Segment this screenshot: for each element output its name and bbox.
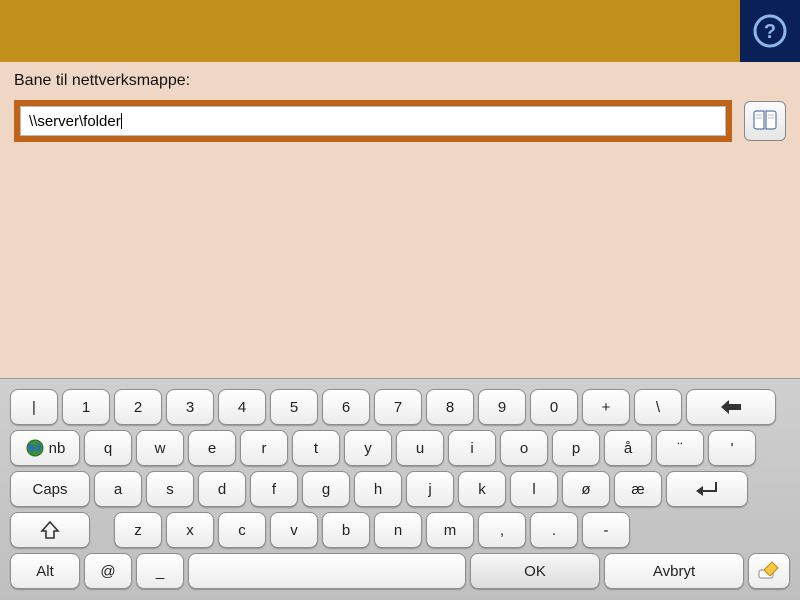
key-s[interactable]: s (146, 471, 194, 507)
key-apostrophe[interactable]: ' (708, 430, 756, 466)
svg-text:?: ? (764, 21, 776, 43)
key-alt[interactable]: Alt (10, 553, 80, 589)
backspace-icon (719, 397, 743, 417)
key-k[interactable]: k (458, 471, 506, 507)
help-button[interactable]: ? (740, 0, 800, 62)
key-b[interactable]: b (322, 512, 370, 548)
key-plus[interactable]: + (582, 389, 630, 425)
input-text: \\server\folder (29, 113, 121, 130)
spacer (94, 512, 110, 548)
network-path-input[interactable]: \\server\folder (20, 106, 726, 136)
keyboard-row-3: Caps a s d f g h j k l ø æ (2, 471, 798, 507)
key-enter[interactable] (666, 471, 748, 507)
key-h[interactable]: h (354, 471, 402, 507)
key-m[interactable]: m (426, 512, 474, 548)
key-5[interactable]: 5 (270, 389, 318, 425)
key-i[interactable]: i (448, 430, 496, 466)
key-8[interactable]: 8 (426, 389, 474, 425)
key-3[interactable]: 3 (166, 389, 214, 425)
key-l[interactable]: l (510, 471, 558, 507)
key-oe[interactable]: ø (562, 471, 610, 507)
key-space[interactable] (188, 553, 466, 589)
keyboard-row-2: nb q w e r t y u i o p å ¨ ' (2, 430, 798, 466)
key-diaeresis[interactable]: ¨ (656, 430, 704, 466)
field-label: Bane til nettverksmappe: (14, 72, 786, 90)
text-caret (121, 113, 122, 129)
key-at[interactable]: @ (84, 553, 132, 589)
help-icon: ? (752, 13, 788, 49)
ok-button[interactable]: OK (470, 553, 600, 589)
key-y[interactable]: y (344, 430, 392, 466)
key-w[interactable]: w (136, 430, 184, 466)
key-n[interactable]: n (374, 512, 422, 548)
globe-icon (25, 438, 45, 458)
key-x[interactable]: x (166, 512, 214, 548)
book-icon (752, 110, 778, 132)
keyboard-row-5: Alt @ _ OK Avbryt (2, 553, 798, 589)
shift-icon (38, 520, 62, 540)
key-backslash[interactable]: \ (634, 389, 682, 425)
key-comma[interactable]: , (478, 512, 526, 548)
onscreen-keyboard: | 1 2 3 4 5 6 7 8 9 0 + \ nb q w e r (0, 378, 800, 600)
eraser-icon (756, 560, 782, 582)
key-t[interactable]: t (292, 430, 340, 466)
language-code: nb (49, 440, 66, 457)
key-1[interactable]: 1 (62, 389, 110, 425)
keyboard-row-4: z x c v b n m , . - (2, 512, 798, 548)
address-book-button[interactable] (744, 101, 786, 141)
key-backspace[interactable] (686, 389, 776, 425)
key-underscore[interactable]: _ (136, 553, 184, 589)
key-language[interactable]: nb (10, 430, 80, 466)
key-p[interactable]: p (552, 430, 600, 466)
key-f[interactable]: f (250, 471, 298, 507)
key-d[interactable]: d (198, 471, 246, 507)
key-2[interactable]: 2 (114, 389, 162, 425)
key-aa[interactable]: å (604, 430, 652, 466)
key-a[interactable]: a (94, 471, 142, 507)
input-frame: \\server\folder (14, 100, 732, 142)
key-6[interactable]: 6 (322, 389, 370, 425)
key-q[interactable]: q (84, 430, 132, 466)
key-pipe[interactable]: | (10, 389, 58, 425)
header-bar: ? (0, 0, 800, 62)
key-v[interactable]: v (270, 512, 318, 548)
cancel-button[interactable]: Avbryt (604, 553, 744, 589)
key-4[interactable]: 4 (218, 389, 266, 425)
key-g[interactable]: g (302, 471, 350, 507)
enter-icon (695, 479, 719, 499)
key-0[interactable]: 0 (530, 389, 578, 425)
key-9[interactable]: 9 (478, 389, 526, 425)
clear-button[interactable] (748, 553, 790, 589)
key-shift[interactable] (10, 512, 90, 548)
key-z[interactable]: z (114, 512, 162, 548)
key-u[interactable]: u (396, 430, 444, 466)
key-o[interactable]: o (500, 430, 548, 466)
key-r[interactable]: r (240, 430, 288, 466)
key-e[interactable]: e (188, 430, 236, 466)
key-7[interactable]: 7 (374, 389, 422, 425)
key-period[interactable]: . (530, 512, 578, 548)
key-caps[interactable]: Caps (10, 471, 90, 507)
key-dash[interactable]: - (582, 512, 630, 548)
key-ae[interactable]: æ (614, 471, 662, 507)
content-area: Bane til nettverksmappe: \\server\folder (0, 62, 800, 142)
key-j[interactable]: j (406, 471, 454, 507)
key-c[interactable]: c (218, 512, 266, 548)
keyboard-row-1: | 1 2 3 4 5 6 7 8 9 0 + \ (2, 389, 798, 425)
